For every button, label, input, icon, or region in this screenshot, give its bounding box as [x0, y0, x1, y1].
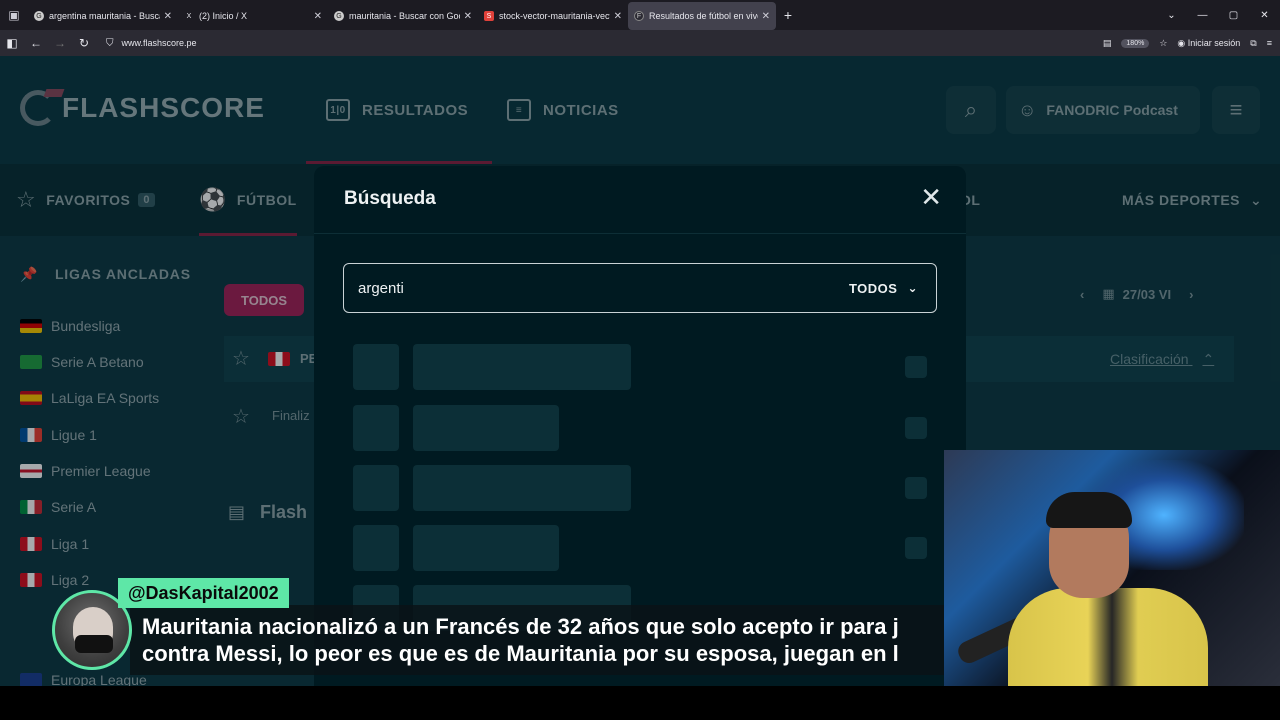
close-tab-icon[interactable]: ✕: [464, 11, 472, 22]
comment-ticker: Mauritania nacionalizó a un Francés de 3…: [130, 605, 944, 675]
sidebar-icon[interactable]: ◧: [0, 36, 24, 50]
avatar-mask: [75, 635, 113, 653]
zoom-level[interactable]: 180%: [1121, 38, 1150, 48]
search-field[interactable]: TODOS ⌄: [343, 263, 937, 313]
tab-title: (2) Inicio / X: [199, 11, 248, 21]
skeleton-avatar: [353, 405, 399, 451]
browser-toolbar: ◧ ← → ↻ ⛉ www.flashscore.pe ▤ 180% ☆ ◉ I…: [0, 30, 1280, 56]
tab-title: Resultados de fútbol en vivo, M: [649, 11, 758, 21]
skeleton-action: [905, 537, 927, 559]
person-shirt: [1008, 588, 1208, 686]
category-filter-dropdown[interactable]: TODOS ⌄: [849, 264, 918, 312]
close-tab-icon[interactable]: ✕: [614, 11, 622, 22]
ticker-line-2: contra Messi, lo peor es que es de Mauri…: [142, 641, 899, 666]
extensions-icon[interactable]: ⧉: [1250, 38, 1256, 49]
back-icon[interactable]: ←: [24, 36, 48, 50]
maximize-icon[interactable]: ▢: [1218, 10, 1249, 21]
x-icon: X: [186, 12, 192, 20]
skeleton-avatar: [353, 465, 399, 511]
skeleton-action: [905, 356, 927, 378]
new-tab-button[interactable]: +: [776, 7, 800, 23]
letterbox-bar: [0, 686, 1280, 720]
skeleton-avatar: [353, 525, 399, 571]
tab-title: stock-vector-mauritania-vector: [499, 11, 610, 21]
browser-tab[interactable]: G argentina mauritania - Buscar c ✕: [28, 2, 178, 30]
tab-list-icon[interactable]: ▣: [0, 0, 28, 30]
skeleton-action: [905, 417, 927, 439]
forward-icon[interactable]: →: [48, 36, 72, 50]
close-window-icon[interactable]: ✕: [1249, 10, 1280, 21]
flashscore-icon: F: [634, 11, 644, 21]
shield-icon: ⛉: [106, 37, 114, 49]
signin-label: Iniciar sesión: [1187, 37, 1241, 48]
skeleton-text: [413, 465, 631, 511]
shutterstock-icon: S: [484, 11, 494, 21]
browser-tab-active[interactable]: F Resultados de fútbol en vivo, M ✕: [628, 2, 776, 30]
chevron-down-icon[interactable]: ⌄: [1156, 10, 1187, 21]
account-icon: ◉: [1177, 37, 1186, 48]
google-icon: G: [34, 11, 44, 21]
modal-title: Búsqueda: [344, 188, 436, 209]
skeleton-avatar: [353, 344, 399, 390]
skeleton-text: [413, 344, 631, 390]
close-tab-icon[interactable]: ✕: [762, 11, 770, 22]
screen: ▣ G argentina mauritania - Buscar c ✕ X …: [0, 0, 1280, 720]
url-text: www.flashscore.pe: [121, 38, 197, 48]
signin-button[interactable]: ◉ Iniciar sesión: [1177, 38, 1240, 49]
close-tab-icon[interactable]: ✕: [314, 11, 322, 22]
google-icon: G: [334, 11, 344, 21]
browser-tab[interactable]: X (2) Inicio / X ✕: [178, 2, 328, 30]
reader-view-icon[interactable]: ▤: [1103, 38, 1112, 49]
ticker-line-1: Mauritania nacionalizó a un Francés de 3…: [142, 614, 899, 639]
modal-header: Búsqueda ✕: [314, 166, 966, 234]
window-controls: ⌄ — ▢ ✕: [1156, 0, 1280, 30]
close-icon[interactable]: ✕: [920, 184, 942, 210]
tab-title: argentina mauritania - Buscar c: [49, 11, 160, 21]
skeleton-text: [413, 525, 559, 571]
reload-icon[interactable]: ↻: [72, 36, 96, 50]
filter-label: TODOS: [848, 280, 898, 296]
browser-tab-bar: ▣ G argentina mauritania - Buscar c ✕ X …: [0, 0, 1280, 30]
bookmark-star-icon[interactable]: ☆: [1159, 38, 1167, 49]
app-menu-icon[interactable]: ≡: [1267, 38, 1272, 48]
close-tab-icon[interactable]: ✕: [164, 11, 172, 22]
chevron-down-icon: ⌄: [907, 281, 918, 295]
browser-tab[interactable]: G mauritania - Buscar con Google ✕: [328, 2, 478, 30]
minimize-icon[interactable]: —: [1187, 10, 1218, 21]
commenter-handle: @DasKapital2002: [118, 578, 289, 608]
webcam-video: [944, 450, 1280, 686]
search-input[interactable]: [358, 264, 798, 312]
tab-title: mauritania - Buscar con Google: [349, 11, 460, 21]
skeleton-action: [905, 477, 927, 499]
toolbar-right: ▤ 180% ☆ ◉ Iniciar sesión ⧉ ≡: [1103, 30, 1272, 56]
person-hair: [1046, 492, 1132, 528]
skeleton-text: [413, 405, 559, 451]
browser-tab[interactable]: S stock-vector-mauritania-vector ✕: [478, 2, 628, 30]
url-bar[interactable]: ⛉ www.flashscore.pe: [106, 38, 906, 49]
